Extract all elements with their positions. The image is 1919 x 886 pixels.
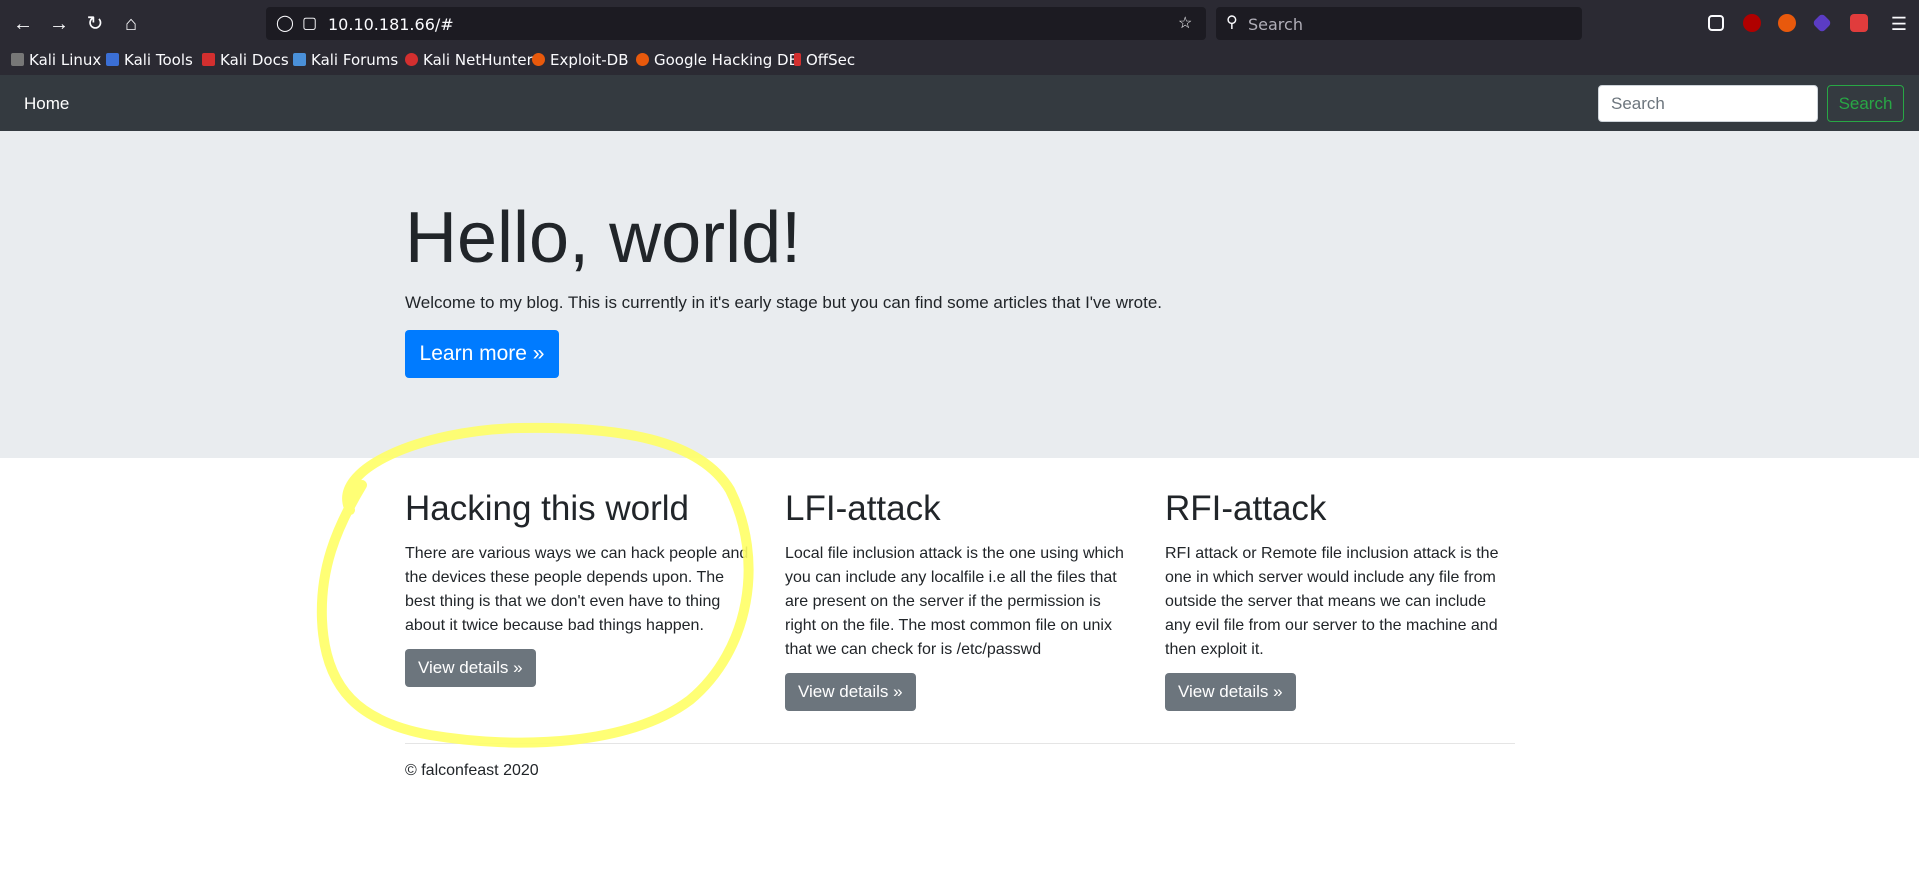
learn-more-button[interactable]: Learn more » [405, 330, 559, 378]
shield-icon[interactable]: ◯ [276, 13, 294, 33]
lock-icon[interactable]: ▢ [302, 13, 317, 33]
article-card: LFI-attack Local file inclusion attack i… [785, 488, 1135, 662]
reload-icon[interactable]: ↻ [81, 10, 109, 38]
search-button[interactable]: Search [1827, 85, 1904, 122]
search-input[interactable] [1598, 85, 1818, 122]
bookmark-kali-linux[interactable]: Kali Linux [11, 51, 101, 69]
foxyproxy-icon[interactable] [1778, 14, 1796, 32]
hero-lead: Welcome to my blog. This is currently in… [405, 293, 1163, 312]
bookmark-offsec[interactable]: OffSec [794, 51, 855, 69]
url-text[interactable]: 10.10.181.66/# [328, 15, 454, 34]
bookmark-star-icon[interactable]: ☆ [1178, 13, 1192, 33]
article-title: RFI-attack [1165, 489, 1327, 528]
ublock-icon[interactable] [1743, 14, 1761, 32]
bookmarks-bar: Kali Linux Kali Tools Kali Docs Kali For… [0, 48, 1919, 75]
search-icon: ⚲ [1226, 14, 1238, 31]
site-navbar: Home Search [0, 75, 1919, 131]
exploit-db-icon [532, 53, 545, 66]
kali-nethunter-icon [405, 53, 418, 66]
offsec-icon [794, 53, 801, 66]
bookmark-exploit-db[interactable]: Exploit-DB [532, 51, 629, 69]
bookmark-google-hacking-db[interactable]: Google Hacking DB [636, 51, 799, 69]
pocket-icon[interactable] [1708, 15, 1724, 31]
browser-toolbar: ← → ↻ ⌂ ◯ ▢ 10.10.181.66/# ☆ ⚲ Search ☰ [0, 0, 1919, 48]
browser-search-placeholder: Search [1248, 15, 1303, 34]
screenshot-icon[interactable] [1850, 14, 1868, 32]
browser-search-bar[interactable]: ⚲ Search [1216, 7, 1582, 40]
back-arrow-icon[interactable]: ← [9, 10, 37, 38]
kali-forums-icon [293, 53, 306, 66]
bookmark-kali-docs[interactable]: Kali Docs [202, 51, 289, 69]
kali-linux-icon [11, 53, 24, 66]
article-card: RFI-attack RFI attack or Remote file inc… [1165, 488, 1515, 662]
article-body: RFI attack or Remote file inclusion atta… [1165, 545, 1499, 658]
article-title: Hacking this world [405, 489, 689, 528]
view-details-button[interactable]: View details » [785, 673, 916, 711]
bookmark-kali-forums[interactable]: Kali Forums [293, 51, 398, 69]
kali-tools-icon [106, 53, 119, 66]
bookmark-kali-nethunter[interactable]: Kali NetHunter [405, 51, 533, 69]
google-hacking-db-icon [636, 53, 649, 66]
article-body: There are various ways we can hack peopl… [405, 545, 749, 634]
footer-text: © falconfeast 2020 [405, 762, 539, 779]
extension-icon[interactable] [1812, 13, 1832, 33]
article-body: Local file inclusion attack is the one u… [785, 545, 1124, 658]
hero-title: Hello, world! [405, 198, 802, 278]
view-details-button[interactable]: View details » [405, 649, 536, 687]
footer-divider [405, 743, 1515, 744]
article-card: Hacking this world There are various way… [405, 488, 755, 638]
forward-arrow-icon[interactable]: → [45, 10, 73, 38]
article-title: LFI-attack [785, 489, 941, 528]
hero-section: Hello, world! Welcome to my blog. This i… [0, 131, 1919, 458]
url-bar[interactable]: ◯ ▢ 10.10.181.66/# ☆ [266, 7, 1206, 40]
bookmark-kali-tools[interactable]: Kali Tools [106, 51, 193, 69]
home-icon[interactable]: ⌂ [117, 10, 145, 38]
nav-home-link[interactable]: Home [24, 94, 69, 114]
kali-docs-icon [202, 53, 215, 66]
view-details-button[interactable]: View details » [1165, 673, 1296, 711]
menu-icon[interactable]: ☰ [1885, 10, 1913, 38]
